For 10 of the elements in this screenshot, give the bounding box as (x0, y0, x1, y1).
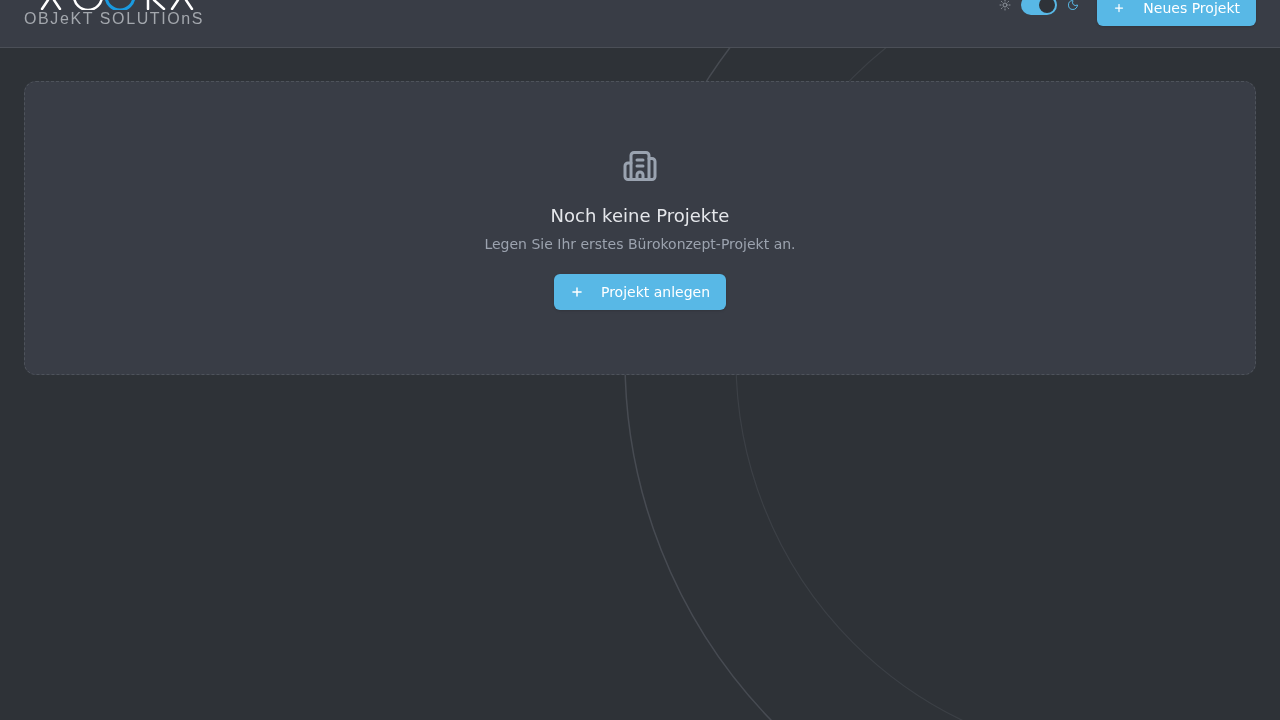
theme-toggle-switch[interactable] (1021, 0, 1058, 15)
empty-state-title: Noch keine Projekte (550, 204, 730, 228)
plus-icon (569, 285, 584, 299)
empty-state-message: Legen Sie Ihr erstes Bürokonzept-Projekt an. (484, 235, 796, 254)
plus-icon (1113, 2, 1126, 14)
create-project-button[interactable]: Projekt anlegen (553, 274, 727, 310)
new-project-button[interactable]: Neues Projekt (1097, 0, 1256, 26)
building-icon (622, 148, 658, 184)
switch-knob (1039, 0, 1056, 13)
logo-subtitle: OBJeKT SOLUTIOnS (24, 10, 206, 28)
